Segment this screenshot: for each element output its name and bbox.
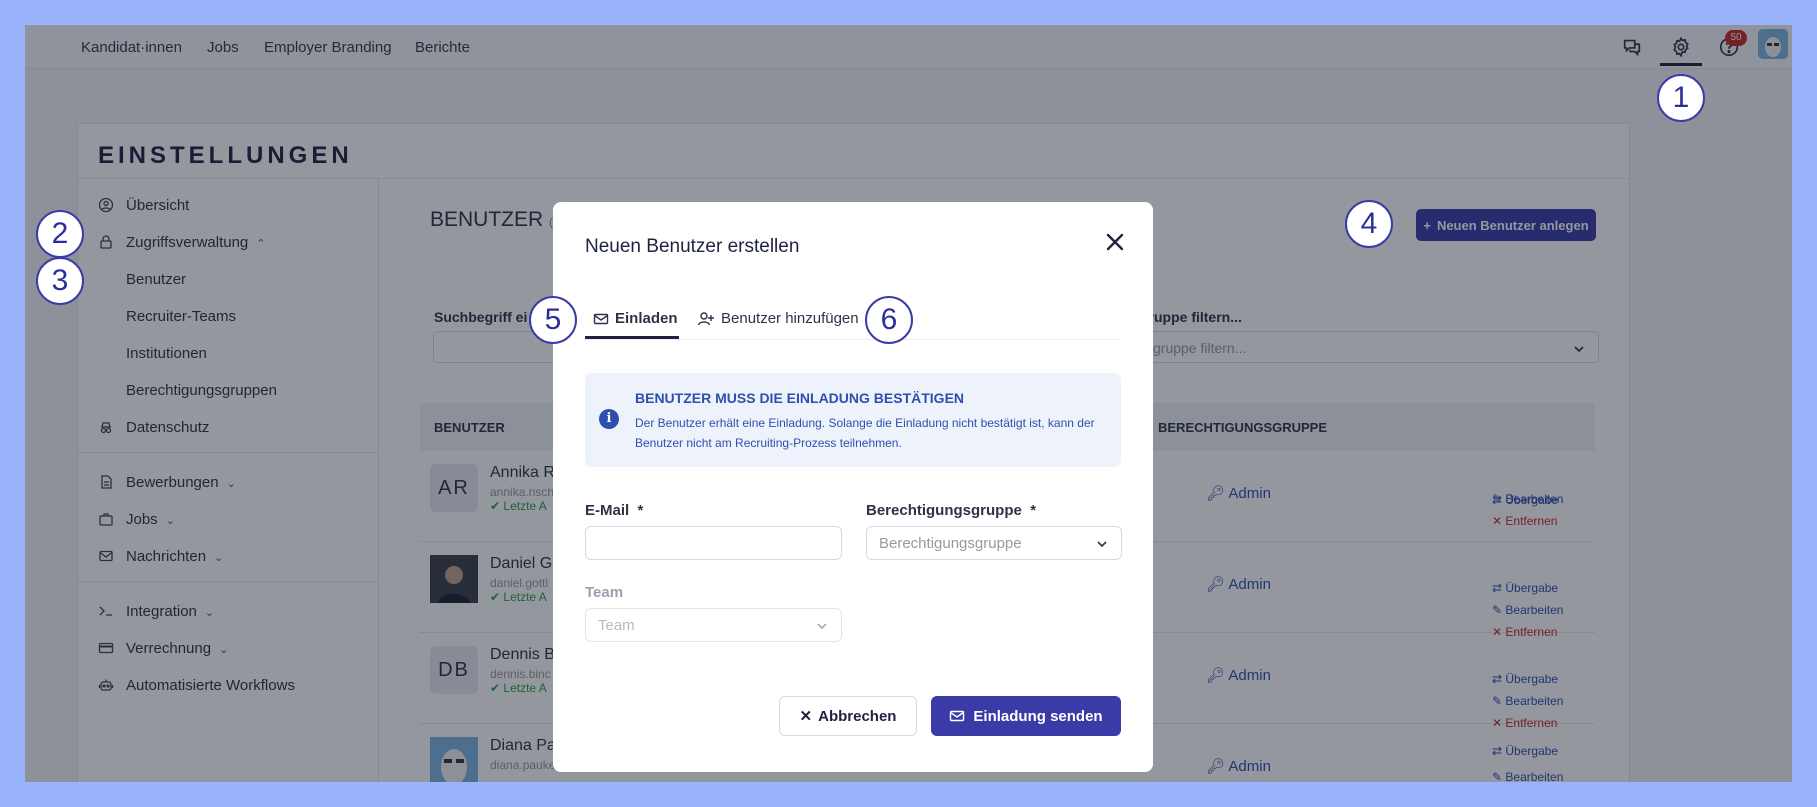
team-select[interactable]: Team [585, 608, 842, 642]
cancel-button-label: Abbrechen [818, 707, 897, 725]
info-title: BENUTZER MUSS DIE EINLADUNG BESTÄTIGEN [635, 390, 965, 406]
send-button-label: Einladung senden [973, 707, 1103, 725]
envelope-icon [593, 313, 609, 324]
permission-group-label: Berechtigungsgruppe * [866, 502, 1036, 519]
required-mark: * [637, 502, 644, 519]
info-alert: i BENUTZER MUSS DIE EINLADUNG BESTÄTIGEN… [585, 373, 1121, 467]
send-invitation-button[interactable]: Einladung senden [931, 696, 1121, 736]
required-mark: * [1030, 502, 1037, 519]
tab-label: Benutzer hinzufügen [721, 310, 859, 327]
permission-group-placeholder: Berechtigungsgruppe [879, 535, 1022, 552]
tabs-divider [585, 339, 1121, 340]
info-text: Der Benutzer erhält eine Einladung. Sola… [635, 416, 1095, 450]
step-marker-5: 5 [529, 296, 577, 344]
team-placeholder: Team [598, 617, 635, 634]
step-marker-2: 2 [36, 210, 84, 258]
step-marker-1: 1 [1657, 74, 1705, 122]
email-label: E-Mail * [585, 502, 643, 519]
dialog-title: Neuen Benutzer erstellen [585, 236, 800, 257]
close-icon: ✕ [799, 708, 813, 725]
step-marker-6: 6 [865, 296, 913, 344]
chevron-down-icon [817, 623, 827, 630]
email-field[interactable] [585, 526, 842, 560]
modal-backdrop[interactable]: Neuen Benutzer erstellen Einladen Benutz… [25, 25, 1792, 782]
tab-invite[interactable]: Einladen [593, 310, 678, 327]
close-icon[interactable] [1103, 230, 1127, 254]
permission-group-select[interactable]: Berechtigungsgruppe [866, 526, 1122, 560]
team-label: Team [585, 584, 624, 601]
step-marker-3: 3 [36, 257, 84, 305]
info-icon: i [599, 409, 619, 429]
tab-add-user[interactable]: Benutzer hinzufügen [697, 310, 859, 327]
cancel-button[interactable]: ✕ Abbrechen [779, 696, 917, 736]
chevron-down-icon [1097, 541, 1107, 548]
tab-label: Einladen [615, 310, 678, 327]
app-window: Kandidat·innen Jobs Employer Branding Be… [25, 25, 1792, 782]
create-user-dialog: Neuen Benutzer erstellen Einladen Benutz… [553, 202, 1153, 772]
step-marker-4: 4 [1345, 200, 1393, 248]
user-plus-icon [697, 311, 714, 325]
email-label-text: E-Mail [585, 502, 630, 519]
envelope-icon [950, 710, 965, 722]
permission-group-label-text: Berechtigungsgruppe [866, 502, 1022, 519]
